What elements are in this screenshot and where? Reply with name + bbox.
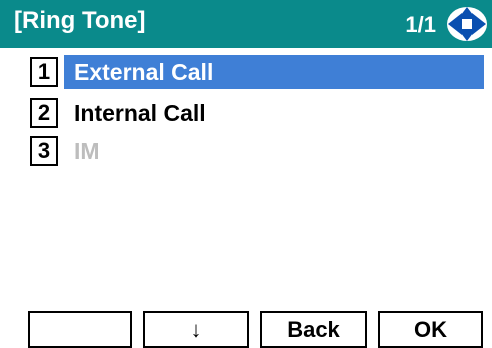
page-title: [Ring Tone] — [14, 7, 146, 34]
navigation-cursor-icon — [447, 7, 487, 41]
softkey-down-button[interactable]: ↓ — [143, 311, 249, 348]
menu-item-number: 1 — [30, 57, 58, 87]
softkey-bar: ↓ Back OK — [0, 311, 492, 348]
title-bar: [Ring Tone] 1/1 — [0, 0, 492, 48]
menu-item-im[interactable]: 3 IM — [0, 134, 492, 168]
back-button[interactable]: Back — [260, 311, 367, 348]
menu-item-label: IM — [74, 138, 100, 164]
menu-item-internal-call[interactable]: 2 Internal Call — [0, 96, 492, 130]
menu-item-number: 2 — [30, 98, 58, 128]
menu-item-label[interactable]: Internal Call — [64, 96, 484, 130]
phone-screen: [Ring Tone] 1/1 1 External Call 2 Intern… — [0, 0, 492, 348]
page-indicator: 1/1 — [405, 12, 436, 37]
ok-button[interactable]: OK — [378, 311, 483, 348]
menu-item-label[interactable]: External Call — [64, 55, 484, 89]
softkey-1[interactable] — [28, 311, 132, 348]
menu-item-number: 3 — [30, 136, 58, 166]
menu-item-external-call[interactable]: 1 External Call — [0, 55, 492, 89]
